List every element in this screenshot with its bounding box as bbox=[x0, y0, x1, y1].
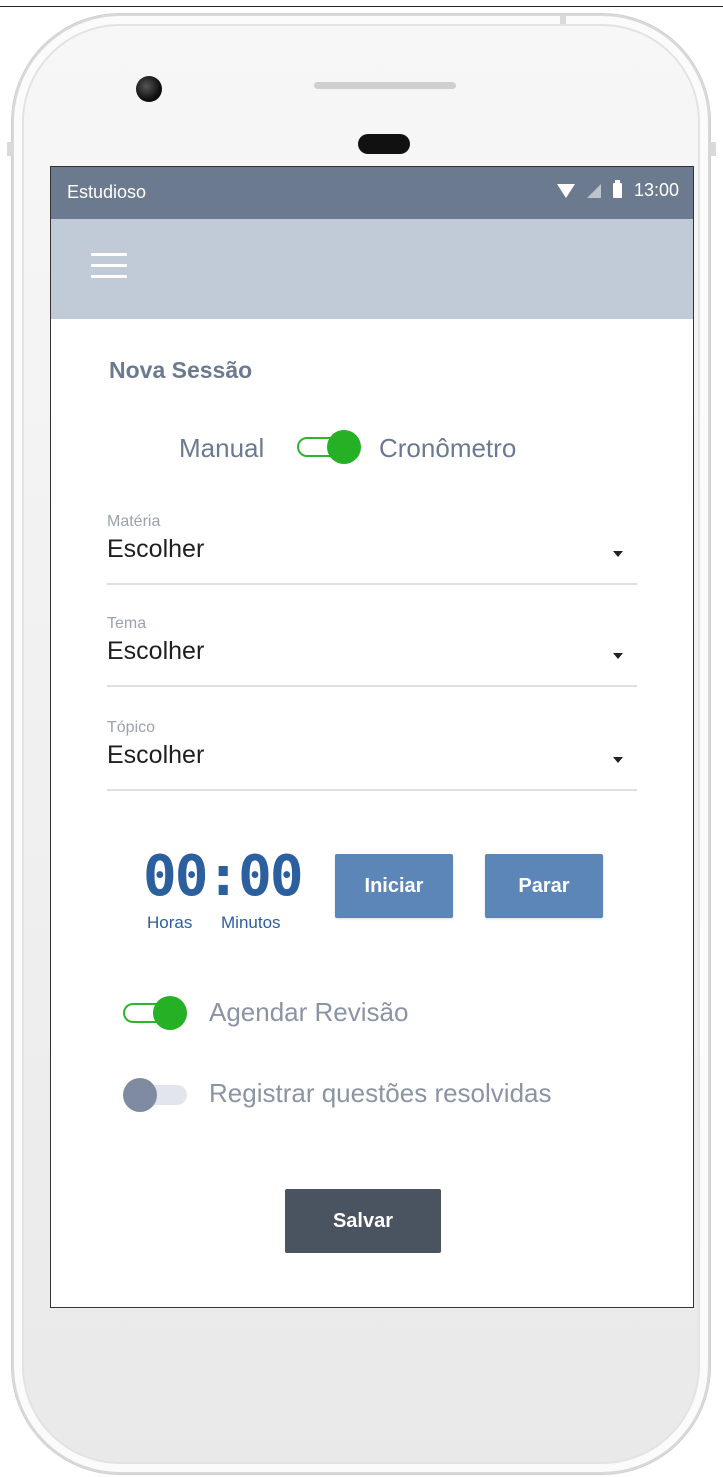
tema-label: Tema bbox=[107, 615, 147, 632]
app-bar bbox=[51, 219, 693, 319]
topico-underline bbox=[107, 789, 637, 791]
side-button-right bbox=[710, 142, 716, 156]
schedule-review-knob bbox=[153, 996, 187, 1030]
caret-down-icon bbox=[613, 551, 623, 557]
signal-icon bbox=[586, 183, 601, 198]
timer-hours-label: Horas bbox=[147, 913, 193, 932]
register-questions-label: Registrar questões resolvidas bbox=[209, 1078, 552, 1108]
timer-display: 00:00 bbox=[143, 844, 304, 909]
mode-toggle-switch[interactable] bbox=[297, 430, 363, 464]
caret-down-icon bbox=[613, 653, 623, 659]
start-button[interactable]: Iniciar bbox=[335, 854, 453, 918]
caret-down-icon bbox=[613, 757, 623, 763]
register-questions-knob bbox=[123, 1078, 157, 1112]
register-questions-toggle[interactable] bbox=[123, 1078, 189, 1112]
page-title: Nova Sessão bbox=[109, 357, 253, 383]
earpiece-speaker bbox=[314, 82, 456, 89]
mode-label-manual: Manual bbox=[179, 433, 265, 463]
status-icons: 13:00 bbox=[556, 180, 679, 201]
wifi-icon bbox=[556, 183, 575, 198]
side-button-left bbox=[7, 142, 13, 156]
mode-label-cronometro: Cronômetro bbox=[379, 433, 517, 463]
materia-label: Matéria bbox=[107, 513, 161, 530]
top-divider-line bbox=[0, 6, 723, 7]
side-button-top bbox=[560, 14, 566, 24]
phone-screen: Estudioso 13:00 Nova Sessão Manual Cronô… bbox=[50, 166, 694, 1308]
mode-toggle-knob bbox=[327, 430, 361, 464]
topico-value: Escolher bbox=[107, 741, 205, 769]
save-button[interactable]: Salvar bbox=[285, 1189, 441, 1253]
topico-label: Tópico bbox=[107, 719, 156, 736]
status-app-name: Estudioso bbox=[67, 182, 147, 202]
schedule-review-toggle[interactable] bbox=[123, 996, 189, 1030]
battery-icon bbox=[612, 180, 622, 198]
stop-button[interactable]: Parar bbox=[485, 854, 603, 918]
tema-underline bbox=[107, 685, 637, 687]
menu-icon[interactable] bbox=[91, 253, 127, 281]
timer-minutes-label: Minutos bbox=[221, 913, 281, 932]
status-time: 13:00 bbox=[633, 180, 679, 200]
materia-value: Escolher bbox=[107, 535, 205, 563]
materia-underline bbox=[107, 583, 637, 585]
status-bar: Estudioso 13:00 bbox=[51, 167, 693, 219]
tema-value: Escolher bbox=[107, 637, 205, 665]
front-camera bbox=[136, 76, 162, 102]
schedule-review-label: Agendar Revisão bbox=[209, 997, 409, 1027]
proximity-sensor bbox=[358, 134, 410, 154]
